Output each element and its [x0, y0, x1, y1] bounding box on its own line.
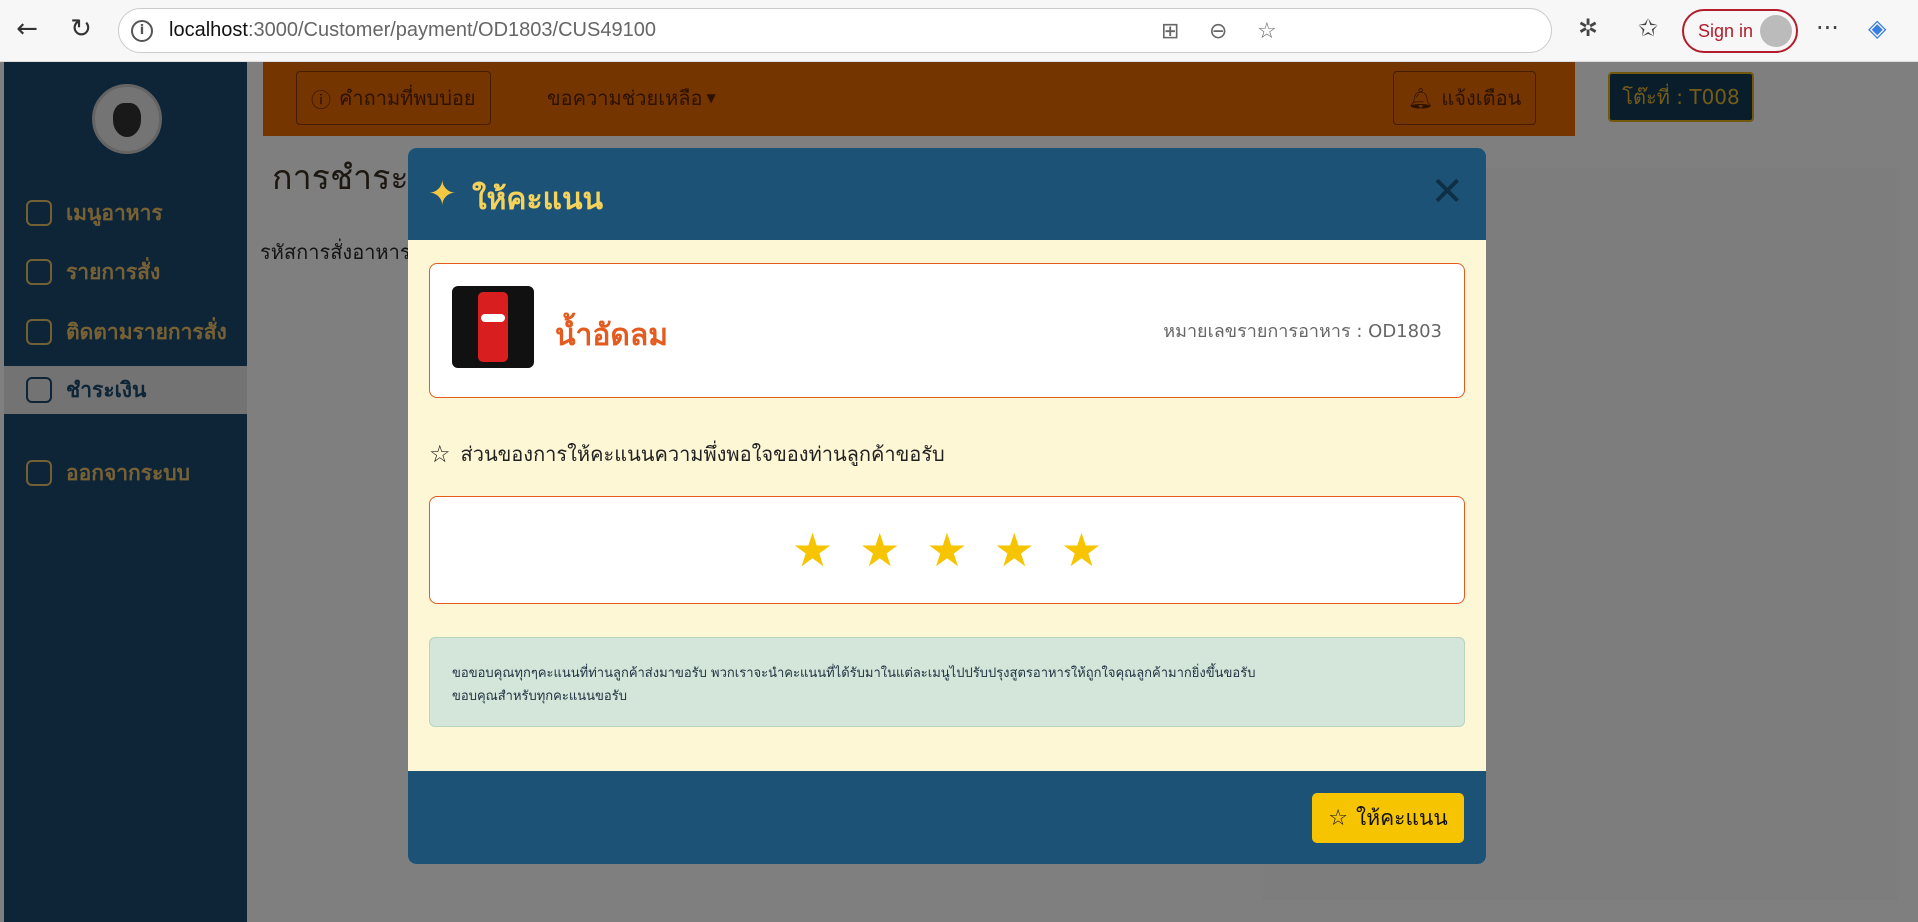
address-bar[interactable]: i localhost:3000/Customer/payment/OD1803… — [118, 8, 1552, 53]
star-rating: ★ ★ ★ ★ ★ — [429, 496, 1465, 604]
refresh-icon[interactable]: ↻ — [64, 12, 98, 46]
avatar — [1760, 15, 1792, 47]
rating-question: ☆ ส่วนของการให้คะแนนความพึ่งพอใจของท่านล… — [429, 438, 945, 470]
order-number: หมายเลขรายการอาหาร : OD1803 — [1163, 321, 1442, 342]
star-icon[interactable]: ★ — [792, 527, 833, 573]
thank-you-note: ขอขอบคุณทุกๆคะแนนที่ท่านลูกค้าส่งมาขอรับ… — [429, 637, 1465, 727]
rating-question-text: ส่วนของการให้คะแนนความพึ่งพอใจของท่านลูก… — [460, 442, 945, 466]
submit-label: ให้คะแนน — [1356, 805, 1448, 830]
browser-toolbar: ← ↻ i localhost:3000/Customer/payment/OD… — [0, 0, 1918, 62]
item-image — [452, 286, 534, 368]
sparkles-icon: ✦ — [428, 174, 457, 214]
sign-in-button[interactable]: Sign in — [1682, 9, 1798, 53]
back-icon[interactable]: ← — [10, 12, 44, 46]
item-name: น้ำอัดลม — [555, 318, 669, 353]
submit-rating-button[interactable]: ☆ ให้คะแนน — [1312, 793, 1464, 843]
rating-modal: ✦ ให้คะแนน ✕ น้ำอัดลม หมายเลขรายการอาหาร… — [408, 148, 1486, 864]
close-icon[interactable]: ✕ — [1430, 172, 1464, 212]
extensions-icon[interactable]: ✲ — [1578, 14, 1598, 42]
info-icon[interactable]: i — [131, 20, 153, 42]
star-icon[interactable]: ★ — [926, 527, 967, 573]
more-icon[interactable]: ··· — [1816, 14, 1839, 42]
star-icon[interactable]: ★ — [859, 527, 900, 573]
modal-header: ✦ ให้คะแนน ✕ — [408, 148, 1486, 240]
app-icon[interactable]: ⊞ — [1161, 19, 1179, 44]
favorite-star-icon[interactable]: ☆ — [1257, 19, 1277, 44]
note-line: ขอขอบคุณทุกๆคะแนนที่ท่านลูกค้าส่งมาขอรับ… — [452, 666, 1256, 681]
item-card: น้ำอัดลม หมายเลขรายการอาหาร : OD1803 — [429, 263, 1465, 398]
favorites-icon[interactable]: ✩ — [1638, 14, 1658, 42]
star-outline-icon: ☆ — [1328, 805, 1349, 831]
note-line: ขอบคุณสำหรับทุกคะแนนขอรับ — [452, 689, 627, 704]
star-icon[interactable]: ★ — [994, 527, 1035, 573]
copilot-icon[interactable]: ◈ — [1868, 14, 1886, 42]
url-text: localhost:3000/Customer/payment/OD1803/C… — [169, 19, 656, 41]
modal-footer: ☆ ให้คะแนน — [408, 771, 1486, 864]
star-outline-icon: ☆ — [429, 440, 451, 468]
zoom-out-icon[interactable]: ⊖ — [1209, 19, 1227, 44]
star-icon[interactable]: ★ — [1061, 527, 1102, 573]
modal-title: ให้คะแนน — [472, 182, 603, 217]
